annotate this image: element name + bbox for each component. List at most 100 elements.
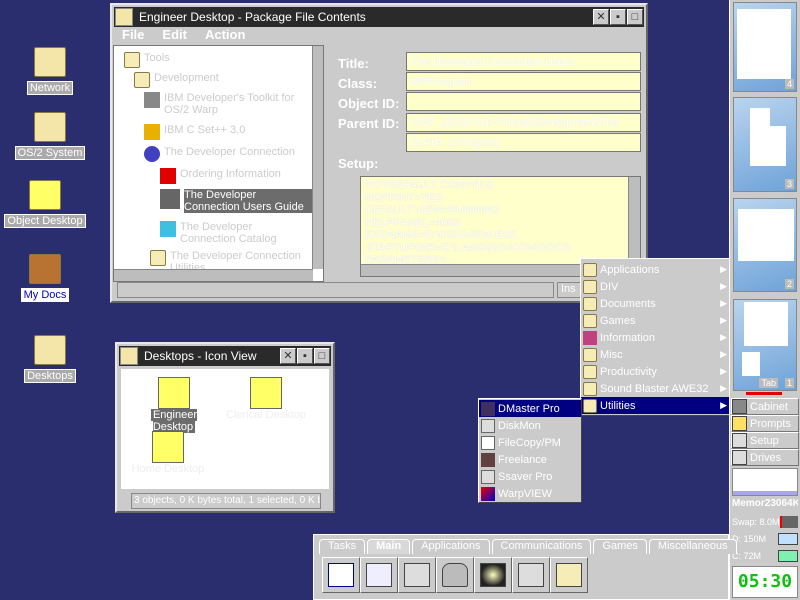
tree-vertical-scrollbar[interactable] — [312, 46, 323, 269]
prompts-button[interactable]: Prompts — [731, 415, 799, 432]
submenu-item-filecopy[interactable]: FileCopy/PM — [479, 434, 581, 451]
minimize-button[interactable]: ▪ — [610, 9, 626, 25]
tree-label: IBM Developer's Toolkit for OS/2 Warp — [164, 92, 304, 116]
tab-tasks[interactable]: Tasks — [319, 539, 365, 554]
desktop-package-icon — [250, 377, 282, 409]
virtual-desktop-2[interactable]: 2 — [733, 198, 797, 292]
tree-item[interactable]: Tools — [124, 52, 170, 68]
setup-vertical-scrollbar[interactable] — [628, 177, 640, 265]
tree-horizontal-scrollbar[interactable] — [114, 269, 313, 281]
system-menu-icon[interactable] — [115, 8, 133, 26]
tab-main[interactable]: Main — [367, 539, 410, 554]
tab-applications[interactable]: Applications — [412, 539, 489, 554]
system-setup-button[interactable] — [512, 557, 550, 593]
virtual-desktop-1[interactable]: Tab1 — [733, 299, 797, 391]
phone-icon — [160, 168, 176, 184]
submenu-item-ssaver-pro[interactable]: Ssaver Pro — [479, 468, 581, 485]
menu-item-information[interactable]: Information▶ — [581, 329, 731, 346]
cabinet-icon — [732, 399, 747, 414]
tree-item[interactable]: Ordering Information — [160, 168, 281, 184]
status-bar: 3 objects, 0 K bytes total, 1 selected, … — [131, 493, 321, 509]
menu-item-utilities[interactable]: Utilities▶ — [581, 397, 731, 414]
submenu-arrow-icon: ▶ — [720, 349, 727, 360]
tree-item[interactable]: Development — [134, 72, 219, 88]
menu-item-misc[interactable]: Misc▶ — [581, 346, 731, 363]
menu-item-productivity[interactable]: Productivity▶ — [581, 363, 731, 380]
memory-readout: Memor23064K — [732, 498, 798, 512]
title-field[interactable]: The Developer Connection Users — [406, 52, 641, 71]
class-field[interactable]: WPProgram — [406, 72, 641, 91]
tree-pane[interactable]: Tools Development IBM Developer's Toolki… — [113, 45, 324, 282]
desktop-icon-my-docs[interactable]: My Docs — [0, 254, 90, 302]
lockup-button[interactable] — [436, 557, 474, 593]
object-id-field[interactable] — [406, 92, 641, 111]
folder-icon[interactable] — [120, 347, 138, 365]
tab-games[interactable]: Games — [593, 539, 646, 554]
menu-item-sound-blaster[interactable]: Sound Blaster AWE32▶ — [581, 380, 731, 397]
tree-label: Development — [154, 72, 219, 84]
menu-label: Ssaver Pro — [498, 471, 552, 483]
desktop-icon-desktops[interactable]: Desktops — [5, 335, 95, 383]
title-bar[interactable]: Desktops - Icon View ✕ ▪ □ — [119, 346, 331, 366]
title-label: Title: — [338, 56, 369, 71]
virtual-desktop-4[interactable]: 4 — [733, 2, 797, 92]
desktop-icon-object-desktop[interactable]: Object Desktop — [0, 180, 90, 228]
maximize-button[interactable]: □ — [314, 348, 330, 364]
desktop-icon-os2-system[interactable]: OS/2 System — [5, 112, 95, 160]
tree-item-selected[interactable]: The Developer Connection Users Guide — [160, 189, 314, 213]
submenu-item-dmaster-pro[interactable]: DMaster Pro — [479, 400, 581, 417]
tree-item[interactable]: IBM C Set++ 3.0 — [144, 124, 245, 140]
menu-item-games[interactable]: Games▶ — [581, 312, 731, 329]
setup-button[interactable]: Setup — [731, 432, 799, 449]
maximize-button[interactable]: □ — [627, 9, 643, 25]
data-field: (DATA: 374 bytes) — [406, 133, 641, 152]
desktop-package-icon — [152, 431, 184, 463]
icon-label: OS/2 System — [15, 146, 86, 160]
submenu-item-freelance[interactable]: Freelance — [479, 451, 581, 468]
desktop-object-clerical[interactable]: Clerical Desktop — [221, 377, 311, 421]
folder-icon — [124, 52, 140, 68]
minimize-button[interactable]: ▪ — [297, 348, 313, 364]
submenu-item-warpview[interactable]: WarpVIEW — [479, 485, 581, 502]
close-button[interactable]: ✕ — [280, 348, 296, 364]
menu-file[interactable]: File — [122, 27, 144, 43]
folder-button[interactable] — [550, 557, 588, 593]
desktop-object-engineer[interactable]: Engineer Desktop — [129, 377, 219, 433]
window-title: Engineer Desktop - Package File Contents — [133, 10, 593, 24]
menu-item-div[interactable]: DIV▶ — [581, 278, 731, 295]
drive-c-bar — [778, 550, 798, 562]
active-desktop-indicator — [746, 392, 782, 395]
menu-edit[interactable]: Edit — [162, 27, 187, 43]
tree-item[interactable]: IBM Developer's Toolkit for OS/2 Warp — [144, 92, 304, 116]
folder-icon — [583, 314, 597, 328]
lock-icon — [442, 563, 468, 587]
parent-id-field[interactable]: <WP_DESKTOP>\Tools\Development\The — [406, 113, 641, 132]
prompts-icon — [732, 416, 747, 431]
cabinet-button[interactable]: Cabinet — [731, 398, 799, 415]
settings-button[interactable] — [398, 557, 436, 593]
desktop-icon-network[interactable]: Network — [5, 47, 95, 95]
icon-label: Clerical Desktop — [226, 409, 306, 421]
drives-button[interactable]: Drives — [731, 449, 799, 466]
calendar-button[interactable] — [322, 557, 360, 593]
tab-miscellaneous[interactable]: Miscellaneous — [649, 539, 737, 554]
tab-communications[interactable]: Communications — [492, 539, 592, 554]
submenu-item-diskmon[interactable]: DiskMon — [479, 417, 581, 434]
tree-item[interactable]: The Developer Connection Catalog — [160, 221, 310, 245]
menu-action[interactable]: Action — [205, 27, 245, 43]
close-button[interactable]: ✕ — [593, 9, 609, 25]
folder-icon — [134, 72, 150, 88]
submenu-arrow-icon: ▶ — [720, 281, 727, 292]
catalog-icon — [160, 221, 176, 237]
icon-view[interactable]: Engineer Desktop Clerical Desktop Home D… — [121, 369, 329, 489]
virtual-desktop-3[interactable]: 3 — [733, 97, 797, 192]
monitor-button[interactable] — [474, 557, 512, 593]
tree-item[interactable]: The Developer Connection — [144, 146, 295, 162]
desktop-object-home[interactable]: Home Desktop — [123, 431, 213, 475]
menu-item-documents[interactable]: Documents▶ — [581, 295, 731, 312]
menu-label: Utilities — [600, 400, 635, 412]
windows-button[interactable] — [360, 557, 398, 593]
menu-item-applications[interactable]: Applications▶ — [581, 261, 731, 278]
menu-bar: File Edit Action — [114, 27, 644, 43]
title-bar[interactable]: Engineer Desktop - Package File Contents… — [114, 7, 644, 27]
